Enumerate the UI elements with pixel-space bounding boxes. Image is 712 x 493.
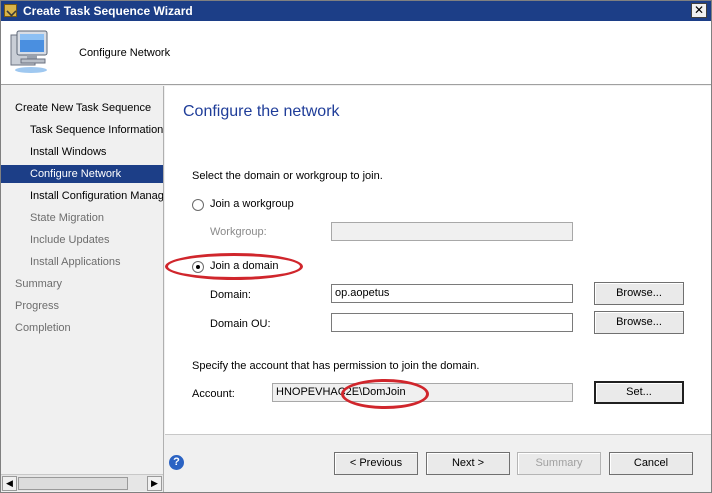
nav-item-configure-network[interactable]: Configure Network	[1, 165, 163, 183]
scroll-right-arrow-icon[interactable]: ▶	[147, 476, 162, 491]
nav-item-install-configuration-manager[interactable]: Install Configuration Manag	[1, 187, 163, 205]
previous-button[interactable]: < Previous	[334, 452, 418, 475]
account-field-label: Account:	[192, 388, 235, 400]
scrollbar-thumb[interactable]	[18, 477, 128, 490]
nav-horizontal-scrollbar[interactable]: ◀ ▶	[1, 474, 163, 491]
wizard-header: Configure Network	[1, 21, 711, 85]
summary-button: Summary	[517, 452, 601, 475]
workgroup-input[interactable]	[331, 222, 573, 241]
workgroup-field-label: Workgroup:	[210, 226, 267, 238]
domain-option-label[interactable]: Join a domain	[210, 260, 279, 272]
cancel-button[interactable]: Cancel	[609, 452, 693, 475]
domain-input[interactable]: op.aopetus	[331, 284, 573, 303]
nav-item-install-windows[interactable]: Install Windows	[1, 143, 163, 161]
wizard-app-icon	[4, 4, 17, 17]
page-title: Configure the network	[183, 103, 340, 120]
account-prompt: Specify the account that has permission …	[192, 360, 480, 372]
nav-item-completion: Completion	[15, 322, 71, 334]
nav-item-create-new-task-sequence[interactable]: Create New Task Sequence	[1, 99, 163, 117]
wizard-content: Configure the network Select the domain …	[165, 86, 711, 492]
domain-radio[interactable]	[192, 261, 204, 273]
wizard-footer: ? < Previous Next > Summary Cancel	[165, 435, 711, 492]
wizard-window: Create Task Sequence Wizard ✕ Configure …	[0, 0, 712, 493]
next-button[interactable]: Next >	[426, 452, 510, 475]
nav-item-state-migration: State Migration	[30, 212, 104, 224]
workgroup-radio[interactable]	[192, 199, 204, 211]
close-button[interactable]: ✕	[691, 3, 707, 18]
nav-item-task-sequence-information[interactable]: Task Sequence Information	[1, 121, 163, 139]
set-account-button[interactable]: Set...	[594, 381, 684, 404]
scroll-left-arrow-icon[interactable]: ◀	[2, 476, 17, 491]
domain-browse-button[interactable]: Browse...	[594, 282, 684, 305]
domain-ou-browse-button[interactable]: Browse...	[594, 311, 684, 334]
domain-ou-input[interactable]	[331, 313, 573, 332]
nav-item-progress: Progress	[15, 300, 60, 312]
header-title: Configure Network	[79, 47, 171, 59]
domain-field-label: Domain:	[210, 289, 251, 301]
wizard-step-nav: Create New Task Sequence Task Sequence I…	[1, 86, 164, 492]
computer-icon	[10, 30, 48, 73]
help-icon[interactable]: ?	[169, 455, 184, 470]
title-bar: Create Task Sequence Wizard ✕	[1, 1, 711, 21]
domain-ou-field-label: Domain OU:	[210, 318, 271, 330]
select-prompt: Select the domain or workgroup to join.	[192, 170, 383, 182]
workgroup-option-label[interactable]: Join a workgroup	[210, 198, 294, 210]
nav-item-summary: Summary	[15, 278, 63, 290]
window-title: Create Task Sequence Wizard	[23, 4, 193, 18]
nav-item-install-applications: Install Applications	[30, 256, 121, 268]
nav-item-include-updates: Include Updates	[30, 234, 110, 246]
account-input: HNOPEVHAC2E\DomJoin	[272, 383, 573, 402]
